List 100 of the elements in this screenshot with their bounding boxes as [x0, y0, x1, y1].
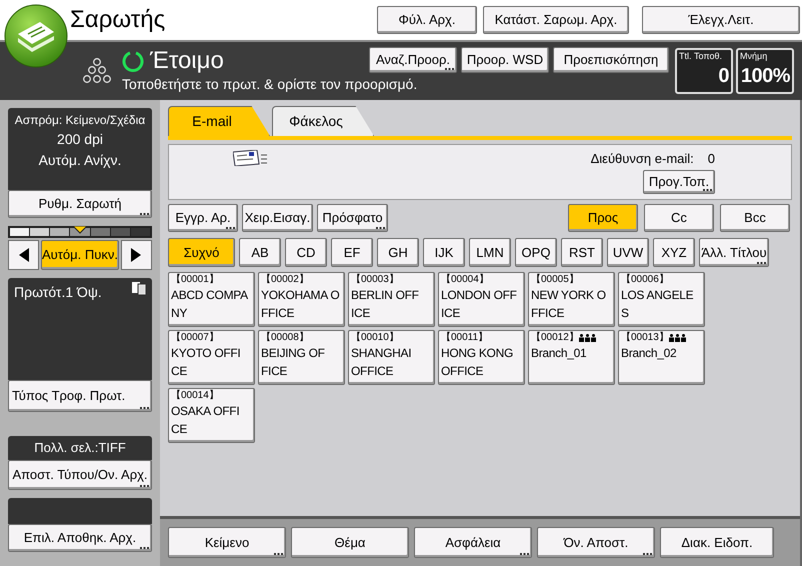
status-button[interactable]: Προεπισκόπηση [553, 47, 669, 73]
scanner-settings-button[interactable]: Ρυθμ. Σαρωτή [8, 190, 152, 218]
entry-name: ABCD COMPA NY [171, 287, 248, 322]
index-tab[interactable]: XYZ [653, 238, 695, 267]
option-button[interactable]: Κείμενο [168, 527, 286, 558]
status-ring-icon [122, 50, 144, 72]
scan-setting: 200 dpi [57, 130, 103, 149]
entry-number: 【00013】 [621, 332, 669, 344]
address-entry[interactable]: 【00007】 KYOTO OFFI CE [168, 330, 255, 385]
entry-method-button[interactable]: Πρόσφατο [317, 204, 388, 232]
address-entry[interactable]: 【00008】 BEIJING OF FICE [258, 330, 345, 385]
entry-number: 【00014】 [171, 390, 219, 402]
file-type-label: Πολλ. σελ.:TIFF [8, 436, 152, 460]
entry-number: 【00006】 [621, 274, 669, 286]
entry-number: 【00001】 [171, 274, 219, 286]
index-tab[interactable]: GH [377, 238, 419, 267]
left-arrow-icon [18, 248, 28, 262]
index-tab[interactable]: AB [239, 238, 281, 267]
status-message: Τοποθετήστε το πρωτ. & ορίστε τον προορισμό. [122, 75, 418, 94]
density-lighter-button[interactable] [8, 240, 40, 270]
address-count-label: Διεύθυνση e-mail: [590, 150, 694, 168]
entry-name: Branch_02 [621, 345, 676, 362]
recipient-type-button[interactable]: Bcc [720, 204, 790, 232]
option-button[interactable]: Ασφάλεια [414, 527, 532, 558]
index-tab[interactable]: EF [331, 238, 373, 267]
entry-name: HONG KONG OFFICE [441, 345, 513, 380]
header-button[interactable]: Φύλ. Αρχ. [377, 6, 477, 34]
counter-label: Ttl. Τοποθ. [679, 50, 723, 62]
index-tab[interactable]: RST [561, 238, 603, 267]
address-count: 0 [708, 150, 715, 168]
address-entry[interactable]: 【00011】 HONG KONG OFFICE [438, 330, 525, 385]
address-entry[interactable]: 【00014】 OSAKA OFFI CE [168, 388, 255, 443]
feed-type-button[interactable]: Τύπος Τροφ. Πρωτ. [8, 380, 152, 412]
counter-value: 0 [718, 64, 729, 89]
tab[interactable]: E-mail [168, 106, 270, 136]
dots-icon [82, 58, 112, 86]
address-entry[interactable]: 【00006】 LOS ANGELE S [618, 272, 705, 327]
counter-value: 100% [740, 64, 790, 89]
entry-name: YOKOHAMA O FFICE [261, 287, 340, 322]
entry-name: SHANGHAI OFFICE [351, 345, 412, 380]
entry-name: KYOTO OFFI CE [171, 345, 240, 380]
status-button[interactable]: Αναζ.Προορ. [369, 47, 457, 73]
entry-number: 【00003】 [351, 274, 399, 286]
entry-number: 【00008】 [261, 332, 309, 344]
option-button[interactable]: Διακ. Ειδοπ. [660, 527, 774, 558]
entry-number: 【00012】 [531, 332, 579, 344]
index-tab[interactable]: IJK [423, 238, 465, 267]
address-entry[interactable]: 【00005】 NEW YORK O FFICE [528, 272, 615, 327]
entry-number: 【00005】 [531, 274, 579, 286]
index-tab[interactable]: Συχνό [168, 238, 235, 267]
entry-method-button[interactable]: Χειρ.Εισαγ. [242, 204, 313, 232]
entry-name: Branch_01 [531, 345, 586, 362]
entry-name: NEW YORK O FFICE [531, 287, 606, 322]
address-entry[interactable]: 【00001】 ABCD COMPA NY [168, 272, 255, 327]
duplex-page-icon [132, 282, 146, 295]
index-tab[interactable]: CD [285, 238, 327, 267]
entry-number: 【00011】 [441, 332, 488, 344]
envelope-icon [233, 150, 269, 166]
entry-method-button[interactable]: Εγγρ. Αρ. [168, 204, 238, 232]
index-tab[interactable]: UVW [607, 238, 649, 267]
address-entry[interactable]: 【00010】 SHANGHAI OFFICE [348, 330, 435, 385]
index-tab[interactable]: Άλλ. Τίτλου [699, 238, 769, 267]
right-arrow-icon [131, 248, 142, 262]
recipient-type-button[interactable]: Cc [644, 204, 714, 232]
entry-name: BERLIN OFF ICE [351, 287, 419, 322]
address-entry[interactable]: 【00013】 Branch_02 [618, 330, 705, 385]
address-entry[interactable]: 【00003】 BERLIN OFF ICE [348, 272, 435, 327]
option-button[interactable]: Θέμα [291, 527, 409, 558]
tab[interactable]: Φάκελος [272, 106, 374, 136]
address-entry[interactable]: 【00004】 LONDON OFF ICE [438, 272, 525, 327]
entry-name: LOS ANGELE S [621, 287, 694, 322]
header-button[interactable]: Έλεγχ.Λειτ. [642, 6, 800, 34]
header-button[interactable]: Κατάστ. Σαρωμ. Αρχ. [483, 6, 629, 34]
original-setting: Πρωτότ.1 Όψ. [14, 283, 102, 302]
entry-name: BEIJING OF FICE [261, 345, 325, 380]
recipient-type-button[interactable]: Προς [568, 204, 638, 232]
entry-number: 【00002】 [261, 274, 309, 286]
entry-number: 【00007】 [171, 332, 219, 344]
density-darker-button[interactable] [120, 240, 152, 270]
index-tab[interactable]: LMN [469, 238, 511, 267]
entry-name: OSAKA OFFI CE [171, 403, 240, 438]
status-text: Έτοιμο [150, 48, 224, 74]
index-tab[interactable]: OPQ [515, 238, 557, 267]
scan-setting: Ασπρόμ: Κείμενο/Σχέδια [14, 112, 146, 129]
counter-label: Μνήμη [740, 50, 768, 62]
entry-number: 【00004】 [441, 274, 489, 286]
scan-setting: Αυτόμ. Ανίχν. [38, 151, 122, 170]
entry-number: 【00010】 [351, 332, 399, 344]
file-type-button[interactable]: Αποστ. Τύπου/Ον. Αρχ. [8, 460, 152, 490]
app-title: Σαρωτής [70, 5, 166, 35]
entry-name: LONDON OFF ICE [441, 287, 517, 322]
auto-density-button[interactable]: Αυτόμ. Πυκν. [41, 240, 119, 270]
address-entry[interactable]: 【00012】 Branch_01 [528, 330, 615, 385]
address-entry[interactable]: 【00002】 YOKOHAMA O FFICE [258, 272, 345, 327]
group-icon [668, 334, 686, 342]
status-button[interactable]: Προορ. WSD [461, 47, 549, 73]
option-button[interactable]: Όν. Αποστ. [537, 527, 655, 558]
store-file-button[interactable]: Επιλ. Αποθηκ. Αρχ. [8, 524, 152, 552]
program-destination-button[interactable]: Προγ.Τοπ. [643, 170, 715, 194]
group-icon [578, 334, 596, 342]
